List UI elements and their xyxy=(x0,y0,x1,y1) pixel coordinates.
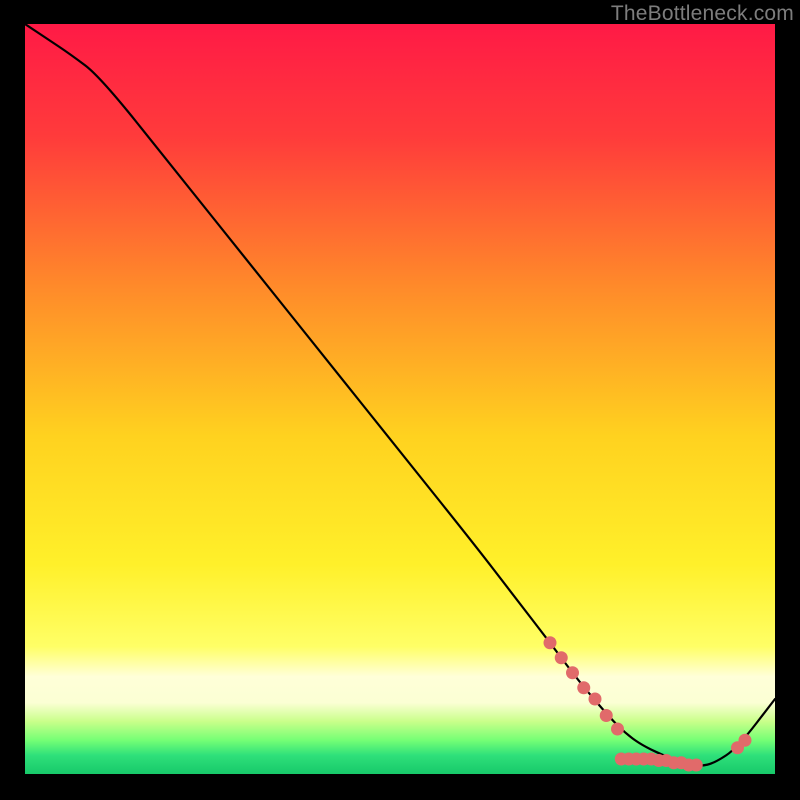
marker-dot xyxy=(589,693,602,706)
gradient-background xyxy=(25,24,775,774)
marker-dot xyxy=(555,651,568,664)
marker-dot xyxy=(544,636,557,649)
watermark-text: TheBottleneck.com xyxy=(611,2,794,26)
plot-area xyxy=(25,24,775,774)
marker-dot xyxy=(577,681,590,694)
marker-dot xyxy=(611,723,624,736)
marker-dot xyxy=(566,666,579,679)
marker-dot xyxy=(600,709,613,722)
marker-dot xyxy=(739,734,752,747)
marker-dot xyxy=(690,759,703,772)
chart-container: TheBottleneck.com xyxy=(0,0,800,800)
chart-svg xyxy=(25,24,775,774)
